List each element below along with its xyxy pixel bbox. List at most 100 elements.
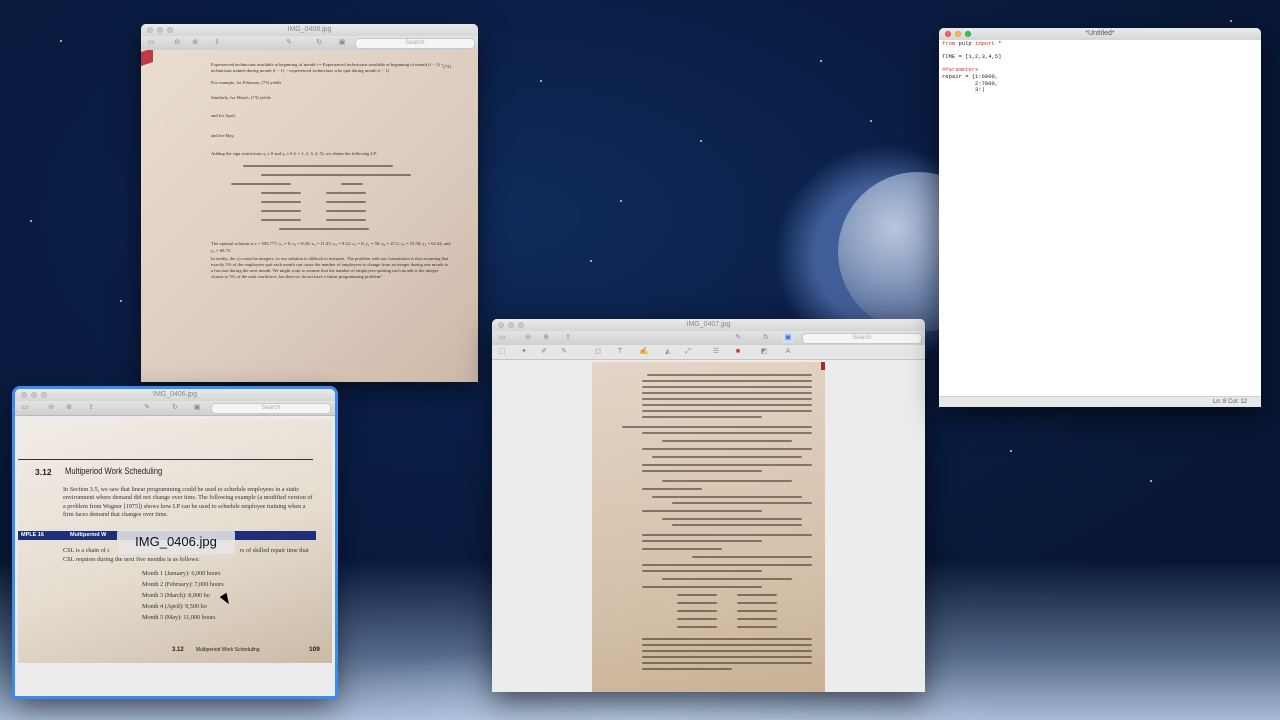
sidebar-icon[interactable]: ▭: [145, 38, 157, 48]
close-icon[interactable]: [21, 392, 27, 398]
zoom-out-icon[interactable]: ⊖: [522, 333, 534, 343]
toolbox-icon[interactable]: ▣: [782, 333, 794, 343]
section-number: 3.12: [35, 467, 52, 477]
search-input[interactable]: Search: [355, 38, 475, 49]
search-input[interactable]: Search: [802, 333, 922, 344]
titlebar[interactable]: IMG_0408.jpg: [141, 24, 478, 36]
sidebar-icon[interactable]: ▭: [496, 333, 508, 343]
zoom-out-icon[interactable]: ⊖: [171, 38, 183, 48]
zoom-icon[interactable]: [518, 322, 524, 328]
status-bar: Ln: 8 Col: 12: [939, 396, 1261, 407]
window-title: IMG_0408.jpg: [287, 26, 332, 33]
body-text: rs of skilled repair time that: [240, 547, 309, 554]
paragraph: The optimal solution is z = 593,777; x₁ …: [211, 241, 451, 253]
rotate-icon[interactable]: ↻: [313, 38, 325, 48]
month-list: Month 1 (January): 6,000 hours Month 2 (…: [142, 568, 224, 623]
toolbar: ▭ ⊖ ⊕ ⇧ ✎ ↻ ▣ Search: [15, 401, 335, 416]
markup-pen-icon[interactable]: ✎: [141, 403, 153, 413]
markup-toolbar: ⬚ ✦ ✐ ✎ ◻ T ✍ ◭ ⤢ ☰ ■ ◩ A: [492, 345, 925, 360]
instant-alpha-icon[interactable]: ✦: [518, 347, 530, 357]
filename-tooltip: IMG_0406.jpg: [117, 530, 235, 554]
intro-paragraph: In Section 3.5, we saw that linear progr…: [63, 486, 313, 518]
share-icon[interactable]: ⇧: [85, 403, 97, 413]
close-icon[interactable]: [498, 322, 504, 328]
zoom-in-icon[interactable]: ⊕: [189, 38, 201, 48]
list-item: Month 2 (February): 7,000 hours: [142, 581, 224, 588]
code-keyword: import: [975, 40, 995, 47]
selection-tool-icon[interactable]: ⬚: [496, 347, 508, 357]
minimize-icon[interactable]: [31, 392, 37, 398]
page-number: 109: [309, 646, 320, 653]
doc-text: Experienced technicians available at beg…: [211, 62, 451, 281]
window-title: *Untitled*: [1085, 30, 1115, 37]
editor-window-untitled[interactable]: *Untitled* from pulp import * TIME = [1,…: [939, 28, 1261, 407]
zoom-in-icon[interactable]: ⊕: [540, 333, 552, 343]
sidebar-icon[interactable]: ▭: [19, 403, 31, 413]
minimize-icon[interactable]: [508, 322, 514, 328]
zoom-icon[interactable]: [167, 27, 173, 33]
paragraph: and for May,: [211, 133, 235, 139]
share-icon[interactable]: ⇧: [211, 38, 223, 48]
code-line: TIME = [1,2,3,4,5]: [942, 53, 1002, 61]
search-input[interactable]: Search: [211, 403, 331, 414]
rotate-icon[interactable]: ↻: [760, 333, 772, 343]
window-title: IMG_0407.jpg: [686, 321, 731, 328]
adjust-size-icon[interactable]: ⤢: [682, 347, 694, 357]
border-color-icon[interactable]: ■: [732, 347, 744, 357]
document-page: Experienced technicians available at beg…: [141, 50, 478, 382]
markup-pen-icon[interactable]: ✎: [283, 38, 295, 48]
list-item: Month 4 (April): 9,500 ho: [142, 603, 207, 610]
rotate-icon[interactable]: ↻: [169, 403, 181, 413]
minimize-icon[interactable]: [955, 31, 961, 37]
close-icon[interactable]: [147, 27, 153, 33]
titlebar[interactable]: *Untitled*: [939, 28, 1261, 40]
preview-window-img0408[interactable]: IMG_0408.jpg ▭ ⊖ ⊕ ⇧ ✎ ↻ ▣ Search Experi…: [141, 24, 478, 382]
preview-window-img0407[interactable]: IMG_0407.jpg ▭ ⊖ ⊕ ⇧ ✎ ↻ ▣ Search ⬚ ✦ ✐ …: [492, 319, 925, 692]
example-label: MPLE 16: [21, 532, 44, 538]
titlebar[interactable]: IMG_0407.jpg: [492, 319, 925, 331]
code-text: pulp: [955, 40, 976, 47]
sign-icon[interactable]: ✍: [638, 347, 650, 357]
equation-number: (73): [443, 64, 451, 69]
code-editor[interactable]: from pulp import * TIME = [1,2,3,4,5] #P…: [942, 40, 1002, 94]
shape-style-icon[interactable]: ☰: [710, 347, 722, 357]
adjust-color-icon[interactable]: ◭: [662, 347, 674, 357]
zoom-icon[interactable]: [965, 31, 971, 37]
toolbar: ▭ ⊖ ⊕ ⇧ ✎ ↻ ▣ Search: [141, 36, 478, 51]
zoom-icon[interactable]: [41, 392, 47, 398]
minimize-icon[interactable]: [157, 27, 163, 33]
text-tool-icon[interactable]: T: [614, 347, 626, 357]
code-keyword: from: [942, 40, 956, 47]
code-line: 3:|: [942, 86, 985, 94]
document-page: [592, 362, 825, 692]
section-title: Multiperiod Work Scheduling: [65, 466, 163, 476]
body-text: CSL is a chain of c: [63, 547, 111, 554]
toolbox-icon[interactable]: ▣: [191, 403, 203, 413]
body-text: CSL requires during the next five months…: [63, 556, 200, 563]
zoom-in-icon[interactable]: ⊕: [63, 403, 75, 413]
titlebar[interactable]: IMG_0406.jpg: [15, 389, 335, 401]
list-item: Month 5 (May): 11,000 hours: [142, 614, 216, 621]
window-title: IMG_0406.jpg: [153, 391, 197, 398]
footer-section: 3.12: [172, 647, 184, 653]
toolbox-icon[interactable]: ▣: [336, 38, 348, 48]
close-icon[interactable]: [945, 31, 951, 37]
zoom-out-icon[interactable]: ⊖: [45, 403, 57, 413]
text-style-icon[interactable]: A: [782, 347, 794, 357]
paragraph: and for April,: [211, 112, 236, 118]
markup-pen-icon[interactable]: ✎: [732, 333, 744, 343]
fill-color-icon[interactable]: ◩: [758, 347, 770, 357]
list-item: Month 3 (March): 8,000 ho: [142, 592, 210, 599]
shapes-icon[interactable]: ◻: [592, 347, 604, 357]
paragraph: In reality, the yᵢ's must be integers, s…: [211, 255, 449, 280]
share-icon[interactable]: ⇧: [562, 333, 574, 343]
paragraph: Similarly, for March, (73) yields: [211, 94, 271, 100]
paragraph: For example, for February, (73) yields: [211, 80, 282, 86]
example-title: Multiperiod W: [70, 532, 107, 538]
cursor-position: Ln: 8 Col: 12: [1212, 399, 1247, 405]
draw-icon[interactable]: ✎: [558, 347, 570, 357]
paragraph: Adding the sign restrictions xᵢ ≥ 0 and …: [211, 151, 378, 157]
footer-title: Multiperiod Work Scheduling: [196, 647, 260, 653]
toolbar: ▭ ⊖ ⊕ ⇧ ✎ ↻ ▣ Search: [492, 331, 925, 346]
sketch-icon[interactable]: ✐: [538, 347, 550, 357]
